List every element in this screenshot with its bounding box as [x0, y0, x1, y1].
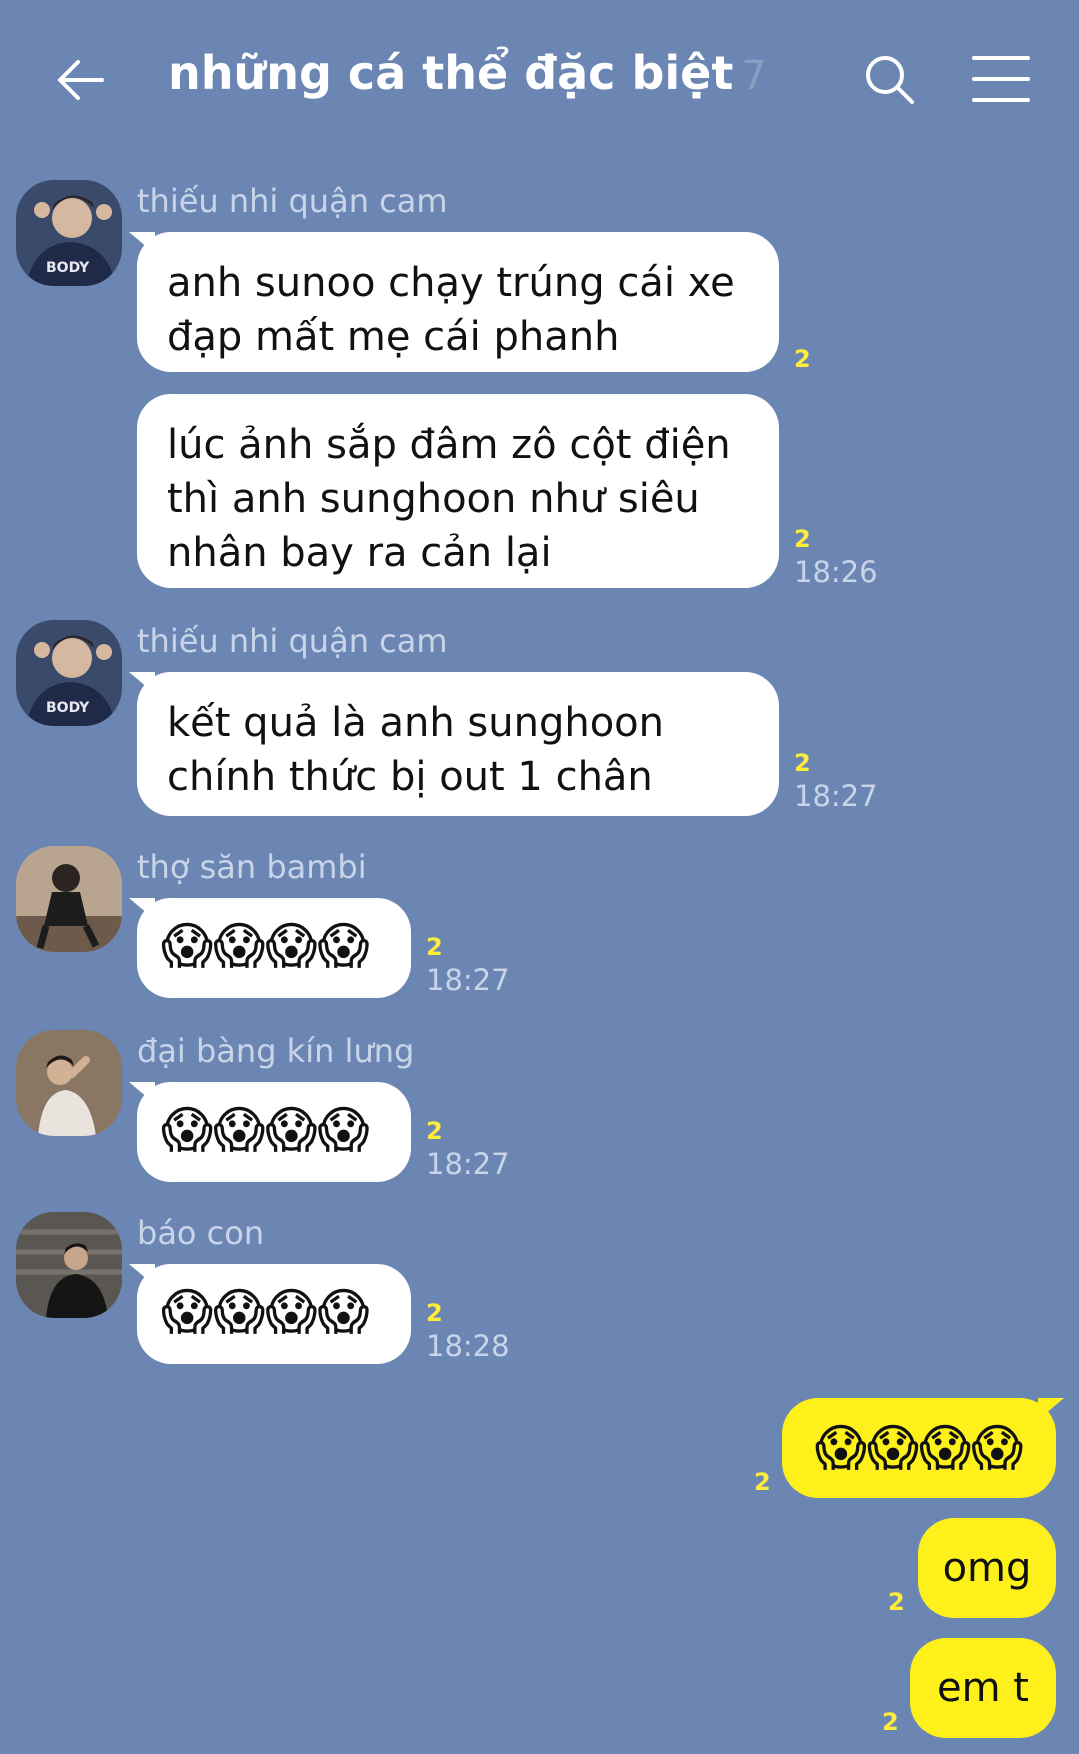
message-line: thì anh sunghoon như siêu	[167, 476, 700, 522]
avatar-photo: BODY	[16, 180, 122, 286]
chat-header: những cá thể đặc biệt 7	[0, 0, 1079, 160]
message-line: chính thức bị out 1 chân	[167, 754, 653, 800]
message-meta: 2 18:26	[794, 524, 878, 590]
message-text: omg	[942, 1545, 1032, 1591]
read-count: 2	[794, 345, 811, 373]
message-line: kết quả là anh sunghoon	[167, 700, 664, 746]
menu-button[interactable]	[972, 54, 1030, 104]
avatar-photo	[16, 1212, 122, 1318]
avatar[interactable]	[16, 1212, 122, 1318]
avatar-photo	[16, 846, 122, 952]
avatar[interactable]: BODY	[16, 620, 122, 726]
message-text: em t	[937, 1665, 1029, 1711]
my-message-bubble[interactable]: em t	[910, 1638, 1056, 1738]
member-count: 7	[741, 53, 767, 99]
avatar-photo: BODY	[16, 620, 122, 726]
hamburger-menu-icon	[972, 56, 1030, 102]
arrow-left-icon	[58, 60, 104, 100]
read-count: 2	[794, 749, 811, 777]
emoji-message: 😱😱😱😱	[814, 1419, 1024, 1477]
sender-name: thiếu nhi quận cam	[137, 622, 448, 660]
timestamp: 18:27	[426, 1147, 510, 1181]
message-meta: 2 18:27	[426, 1116, 510, 1182]
message-meta: 2 18:28	[426, 1298, 510, 1364]
sender-name: đại bàng kín lưng	[137, 1032, 415, 1070]
avatar-photo	[16, 1030, 122, 1136]
sender-name: thiếu nhi quận cam	[137, 182, 448, 220]
chat-title-text: những cá thể đặc biệt	[168, 46, 734, 100]
message-meta: 2 18:27	[794, 748, 878, 814]
timestamp: 18:28	[426, 1329, 510, 1363]
svg-text:BODY: BODY	[46, 700, 90, 716]
sender-name: thợ săn bambi	[137, 848, 367, 886]
message-bubble[interactable]: 😱😱😱😱	[129, 1264, 411, 1364]
message-meta: 2	[794, 344, 811, 374]
timestamp: 18:27	[426, 963, 510, 997]
read-count: 2	[426, 1299, 443, 1327]
avatar[interactable]: BODY	[16, 180, 122, 286]
message-bubble[interactable]: kết quả là anh sunghoon chính thức bị ou…	[129, 672, 779, 816]
message-bubble[interactable]: 😱😱😱😱	[129, 898, 411, 998]
chat-title[interactable]: những cá thể đặc biệt 7	[168, 46, 767, 100]
avatar[interactable]	[16, 1030, 122, 1136]
search-button[interactable]	[862, 52, 918, 108]
message-line: anh sunoo chạy trúng cái xe	[167, 260, 735, 306]
sender-name: báo con	[137, 1214, 265, 1252]
avatar[interactable]	[16, 846, 122, 952]
read-count: 2	[754, 1468, 771, 1496]
read-count: 2	[882, 1708, 899, 1736]
message-line: đạp mất mẹ cái phanh	[167, 314, 620, 360]
message-line: lúc ảnh sắp đâm zô cột điện	[167, 422, 731, 468]
read-count: 2	[888, 1588, 905, 1616]
read-count: 2	[426, 933, 443, 961]
emoji-message: 😱😱😱😱	[161, 917, 370, 975]
emoji-message: 😱😱😱😱	[161, 1283, 370, 1341]
read-count: 2	[794, 525, 811, 553]
back-button[interactable]	[52, 52, 108, 108]
timestamp: 18:26	[794, 555, 878, 589]
message-line: nhân bay ra cản lại	[167, 530, 552, 576]
search-icon	[866, 56, 914, 104]
read-count: 2	[426, 1117, 443, 1145]
message-meta: 2 18:27	[426, 932, 510, 998]
message-bubble[interactable]: anh sunoo chạy trúng cái xe đạp mất mẹ c…	[129, 232, 779, 372]
timestamp: 18:27	[794, 779, 878, 813]
svg-text:BODY: BODY	[46, 260, 90, 276]
message-bubble[interactable]: 😱😱😱😱	[129, 1082, 411, 1182]
my-message-bubble[interactable]: omg	[918, 1518, 1056, 1618]
emoji-message: 😱😱😱😱	[161, 1101, 370, 1159]
my-message-bubble[interactable]: 😱😱😱😱	[782, 1398, 1064, 1498]
message-bubble[interactable]: lúc ảnh sắp đâm zô cột điện thì anh sung…	[137, 394, 779, 588]
